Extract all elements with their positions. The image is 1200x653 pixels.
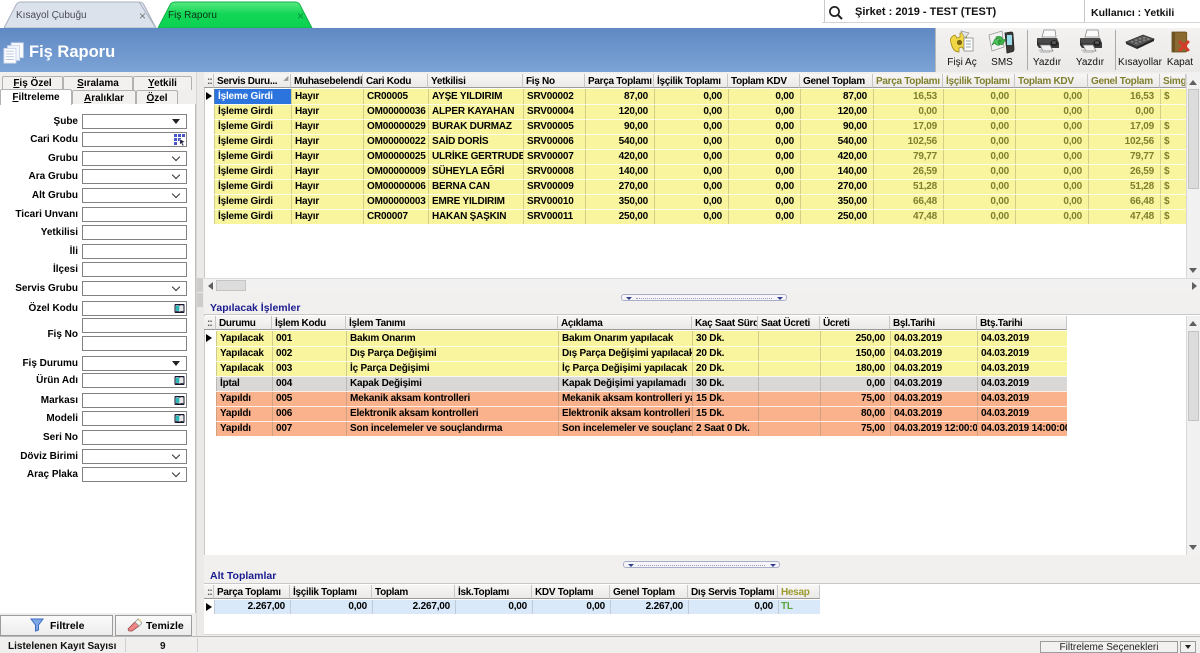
svg-text:Fiş Raporu: Fiş Raporu [168, 10, 217, 21]
svg-text:×: × [297, 9, 304, 23]
svg-text:×: × [139, 9, 146, 23]
svg-text:Kısayol Çubuğu: Kısayol Çubuğu [16, 10, 87, 21]
